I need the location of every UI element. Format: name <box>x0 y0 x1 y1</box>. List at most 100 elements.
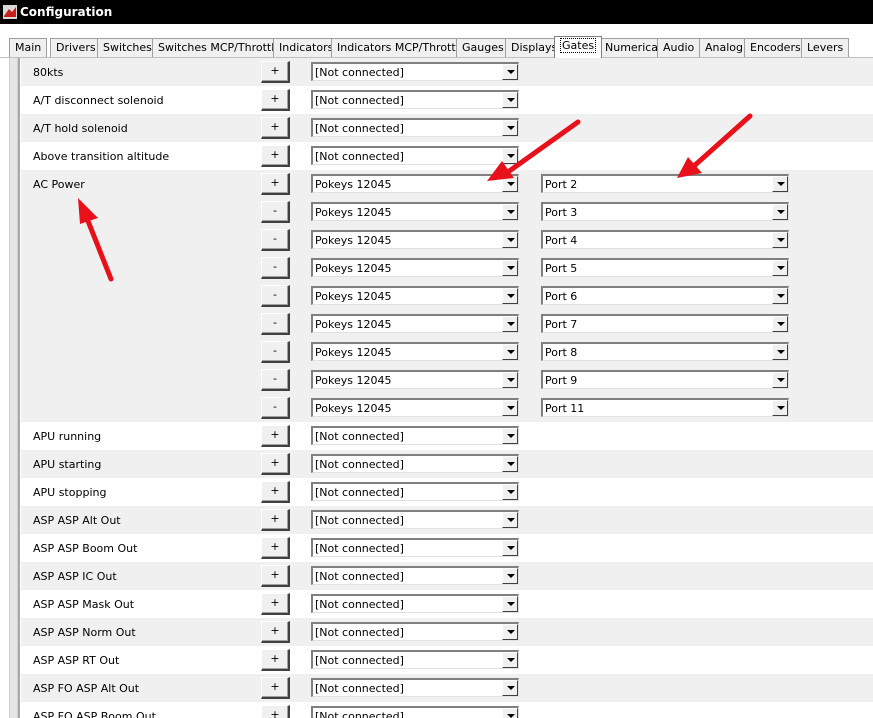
dropdown-arrow-icon[interactable] <box>502 540 518 556</box>
device-select[interactable]: [Not connected] <box>311 90 519 109</box>
dropdown-arrow-icon[interactable] <box>772 232 788 248</box>
device-select[interactable]: [Not connected] <box>311 622 519 641</box>
add-port-button[interactable]: + <box>261 61 290 83</box>
tab-analog[interactable]: Analog <box>699 38 750 57</box>
device-select[interactable]: [Not connected] <box>311 454 519 473</box>
port-select[interactable]: Port 6 <box>541 286 789 305</box>
dropdown-arrow-icon[interactable] <box>502 512 518 528</box>
port-select[interactable]: Port 9 <box>541 370 789 389</box>
device-select[interactable]: Pokeys 12045 <box>311 286 519 305</box>
remove-port-button[interactable]: - <box>261 285 290 307</box>
device-select[interactable]: [Not connected] <box>311 146 519 165</box>
dropdown-arrow-icon[interactable] <box>502 568 518 584</box>
device-select[interactable]: [Not connected] <box>311 482 519 501</box>
dropdown-arrow-icon[interactable] <box>502 372 518 388</box>
add-port-button[interactable]: + <box>261 537 290 559</box>
remove-port-button[interactable]: - <box>261 257 290 279</box>
device-select[interactable]: [Not connected] <box>311 706 519 718</box>
dropdown-arrow-icon[interactable] <box>502 64 518 80</box>
remove-port-button[interactable]: - <box>261 397 290 419</box>
dropdown-arrow-icon[interactable] <box>502 652 518 668</box>
add-port-button[interactable]: + <box>261 593 290 615</box>
add-port-button[interactable]: + <box>261 89 290 111</box>
dropdown-arrow-icon[interactable] <box>772 176 788 192</box>
dropdown-arrow-icon[interactable] <box>502 484 518 500</box>
remove-port-button[interactable]: - <box>261 369 290 391</box>
add-port-button[interactable]: + <box>261 565 290 587</box>
device-select[interactable]: [Not connected] <box>311 650 519 669</box>
device-select[interactable]: Pokeys 12045 <box>311 342 519 361</box>
dropdown-arrow-icon[interactable] <box>502 204 518 220</box>
add-port-button[interactable]: + <box>261 705 290 718</box>
dropdown-arrow-icon[interactable] <box>502 624 518 640</box>
tab-indicators-mcp-throttle[interactable]: Indicators MCP/Throttle <box>331 38 472 57</box>
dropdown-arrow-icon[interactable] <box>502 316 518 332</box>
add-port-button[interactable]: + <box>261 117 290 139</box>
tab-indicators[interactable]: Indicators <box>273 38 340 57</box>
tab-drivers[interactable]: Drivers <box>50 38 102 57</box>
dropdown-arrow-icon[interactable] <box>502 344 518 360</box>
dropdown-arrow-icon[interactable] <box>502 260 518 276</box>
tab-levers[interactable]: Levers <box>801 38 850 57</box>
device-select[interactable]: [Not connected] <box>311 426 519 445</box>
device-select[interactable]: Pokeys 12045 <box>311 230 519 249</box>
add-port-button[interactable]: + <box>261 649 290 671</box>
dropdown-arrow-icon[interactable] <box>772 344 788 360</box>
device-select[interactable]: [Not connected] <box>311 510 519 529</box>
tab-audio[interactable]: Audio <box>657 38 701 57</box>
port-select[interactable]: Port 8 <box>541 342 789 361</box>
tab-main[interactable]: Main <box>9 38 48 57</box>
device-select[interactable]: Pokeys 12045 <box>311 314 519 333</box>
device-select[interactable]: [Not connected] <box>311 62 519 81</box>
dropdown-arrow-icon[interactable] <box>502 232 518 248</box>
dropdown-arrow-icon[interactable] <box>502 148 518 164</box>
device-select[interactable]: [Not connected] <box>311 594 519 613</box>
remove-port-button[interactable]: - <box>261 201 290 223</box>
dropdown-arrow-icon[interactable] <box>502 288 518 304</box>
tab-switches[interactable]: Switches <box>97 38 158 57</box>
tab-gauges[interactable]: Gauges <box>456 38 510 57</box>
add-port-button[interactable]: + <box>261 481 290 503</box>
dropdown-arrow-icon[interactable] <box>772 260 788 276</box>
add-port-button[interactable]: + <box>261 145 290 167</box>
tab-encoders[interactable]: Encoders <box>744 38 807 57</box>
dropdown-arrow-icon[interactable] <box>772 204 788 220</box>
add-port-button[interactable]: + <box>261 425 290 447</box>
add-port-button[interactable]: + <box>261 453 290 475</box>
tab-gates[interactable]: Gates <box>554 36 603 58</box>
add-port-button[interactable]: + <box>261 621 290 643</box>
tab-switches-mcp-throttle[interactable]: Switches MCP/Throttle <box>152 38 288 57</box>
dropdown-arrow-icon[interactable] <box>772 400 788 416</box>
port-select[interactable]: Port 4 <box>541 230 789 249</box>
dropdown-arrow-icon[interactable] <box>502 176 518 192</box>
device-select[interactable]: Pokeys 12045 <box>311 202 519 221</box>
dropdown-arrow-icon[interactable] <box>502 456 518 472</box>
dropdown-arrow-icon[interactable] <box>772 316 788 332</box>
dropdown-arrow-icon[interactable] <box>502 400 518 416</box>
device-select[interactable]: Pokeys 12045 <box>311 174 519 193</box>
add-port-button[interactable]: + <box>261 173 290 195</box>
device-select[interactable]: [Not connected] <box>311 538 519 557</box>
remove-port-button[interactable]: - <box>261 313 290 335</box>
add-port-button[interactable]: + <box>261 677 290 699</box>
port-select[interactable]: Port 7 <box>541 314 789 333</box>
port-select[interactable]: Port 2 <box>541 174 789 193</box>
device-select[interactable]: [Not connected] <box>311 118 519 137</box>
port-select[interactable]: Port 5 <box>541 258 789 277</box>
dropdown-arrow-icon[interactable] <box>502 680 518 696</box>
dropdown-arrow-icon[interactable] <box>502 120 518 136</box>
dropdown-arrow-icon[interactable] <box>502 708 518 718</box>
device-select[interactable]: Pokeys 12045 <box>311 398 519 417</box>
dropdown-arrow-icon[interactable] <box>772 372 788 388</box>
dropdown-arrow-icon[interactable] <box>502 596 518 612</box>
dropdown-arrow-icon[interactable] <box>502 428 518 444</box>
remove-port-button[interactable]: - <box>261 229 290 251</box>
device-select[interactable]: Pokeys 12045 <box>311 370 519 389</box>
port-select[interactable]: Port 3 <box>541 202 789 221</box>
remove-port-button[interactable]: - <box>261 341 290 363</box>
dropdown-arrow-icon[interactable] <box>772 288 788 304</box>
dropdown-arrow-icon[interactable] <box>502 92 518 108</box>
port-select[interactable]: Port 11 <box>541 398 789 417</box>
device-select[interactable]: [Not connected] <box>311 678 519 697</box>
add-port-button[interactable]: + <box>261 509 290 531</box>
